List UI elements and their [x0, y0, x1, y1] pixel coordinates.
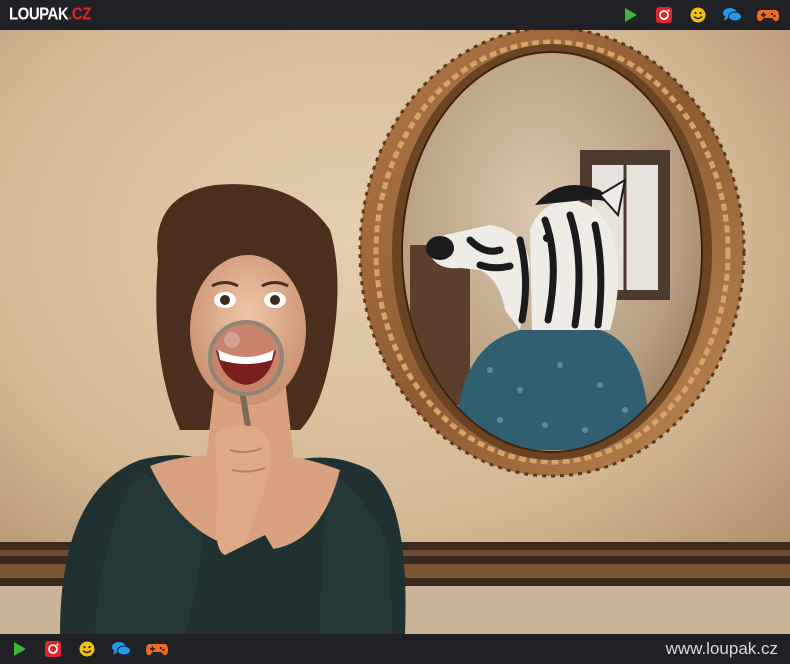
top-bar: LOUPAK.CZ [0, 0, 790, 30]
instagram-icon[interactable] [654, 6, 674, 24]
main-photo [0, 30, 790, 634]
top-icon-row [620, 5, 780, 25]
photo-illustration [0, 30, 790, 634]
bottom-icon-row [9, 639, 169, 659]
instagram-icon[interactable] [43, 640, 63, 658]
site-url[interactable]: www.loupak.cz [666, 640, 778, 658]
gamepad-icon[interactable] [756, 6, 780, 24]
smiley-icon[interactable] [688, 6, 708, 24]
gamepad-icon[interactable] [145, 640, 169, 658]
smiley-icon[interactable] [77, 640, 97, 658]
logo-main-text: LOUPAK [9, 4, 69, 25]
play-icon[interactable] [620, 6, 640, 24]
chat-icon[interactable] [722, 6, 742, 24]
play-icon[interactable] [9, 640, 29, 658]
logo-suffix-text: .CZ [68, 4, 91, 25]
site-logo[interactable]: LOUPAK.CZ [9, 4, 91, 27]
ornate-mirror [358, 30, 746, 478]
chat-icon[interactable] [111, 640, 131, 658]
